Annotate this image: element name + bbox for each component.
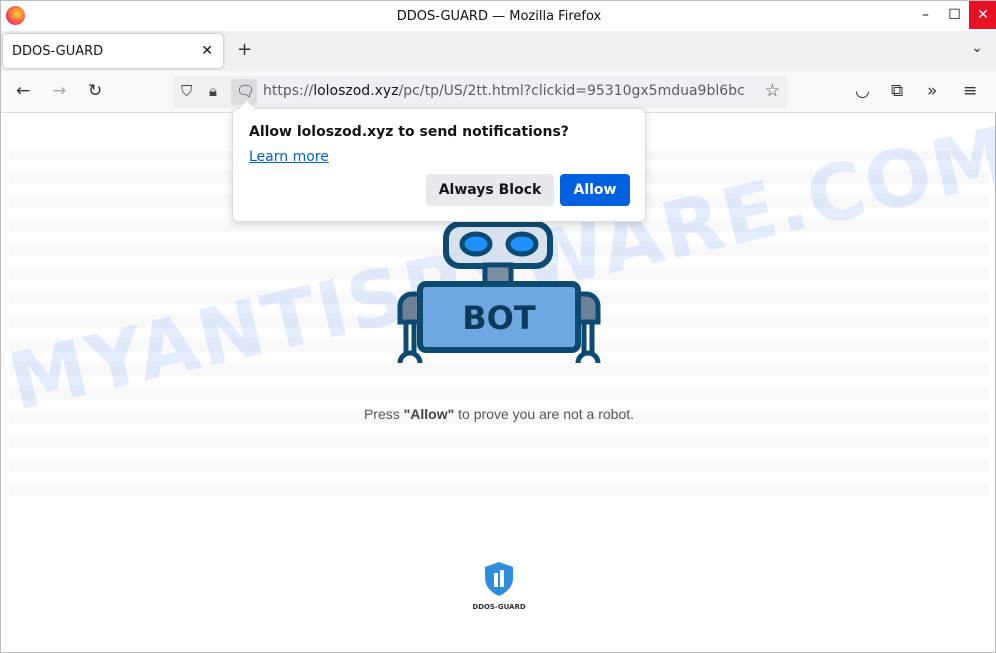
ddos-guard-logo-text: DDOS-GUARD [472,603,526,611]
bookmark-star-icon[interactable]: ☆ [765,81,780,101]
shield-icon[interactable]: ⛉ [181,82,192,100]
reload-button[interactable]: ↻ [88,81,102,101]
new-tab-button[interactable]: + [237,39,252,60]
allow-button[interactable]: Allow [560,174,630,206]
notification-permission-popup: Allow loloszod.xyz to send notifications… [232,99,646,222]
robot-label: BOT [462,299,536,337]
message-icon: 🗨︎ [236,82,256,100]
title-bar: DDOS-GUARD — Mozilla Firefox – ☐ ✕ [1,1,996,31]
hamburger-menu-icon[interactable]: ≡ [963,81,977,101]
popup-title: Allow loloszod.xyz to send notifications… [249,124,569,140]
overflow-menu-icon[interactable]: » [927,81,937,101]
url-bar[interactable]: ⛉ 🔒︎ 🗨︎ https://loloszod.xyz/pc/tp/US/2t… [173,76,788,108]
forward-button[interactable]: → [52,81,66,101]
always-block-button[interactable]: Always Block [426,174,554,206]
maximize-button[interactable]: ☐ [940,1,969,29]
tab-label: DDOS-GUARD [12,43,104,59]
navigation-bar: ← → ↻ ⛉ 🔒︎ 🗨︎ https://loloszod.xyz/pc/tp… [1,71,996,113]
close-window-button[interactable]: ✕ [969,1,996,29]
shield-logo-icon [485,562,513,596]
lock-icon[interactable]: 🔒︎ [209,82,217,100]
window-title: DDOS-GUARD — Mozilla Firefox [396,8,602,24]
tab-bar: DDOS-GUARD ✕ + ⌄ [1,31,996,71]
ddos-guard-logo: DDOS-GUARD [471,561,527,611]
extensions-icon[interactable]: ⧉ [891,81,903,101]
minimize-button[interactable]: – [911,1,940,29]
tab-ddos-guard[interactable]: DDOS-GUARD ✕ [3,34,223,68]
robot-illustration: BOT [397,221,601,364]
learn-more-link[interactable]: Learn more [249,149,329,165]
pocket-icon[interactable]: ◡ [855,81,870,101]
firefox-logo-icon [6,6,25,25]
close-tab-icon[interactable]: ✕ [201,43,213,59]
instruction-text: Press "Allow" to prove you are not a rob… [363,406,635,422]
url-text[interactable]: https://loloszod.xyz/pc/tp/US/2tt.html?c… [263,83,760,99]
back-button[interactable]: ← [16,81,30,101]
list-all-tabs-button[interactable]: ⌄ [971,40,983,56]
